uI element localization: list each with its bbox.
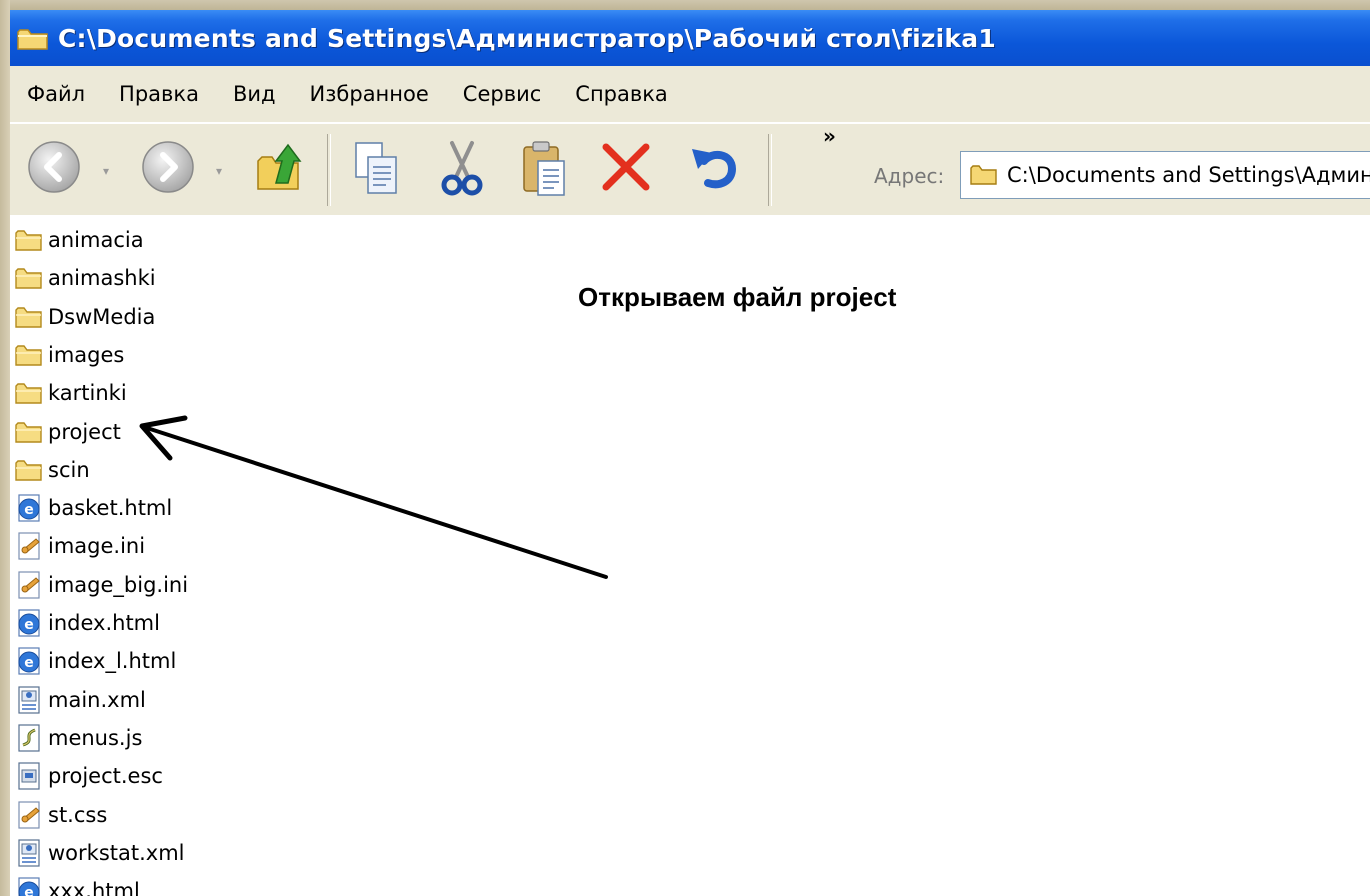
- explorer-window: C:\Documents and Settings\Администратор\…: [10, 10, 1370, 896]
- slide-frame-top: [0, 0, 1370, 10]
- slide-frame-left: [0, 0, 10, 896]
- annotation-arrow: [139, 415, 608, 579]
